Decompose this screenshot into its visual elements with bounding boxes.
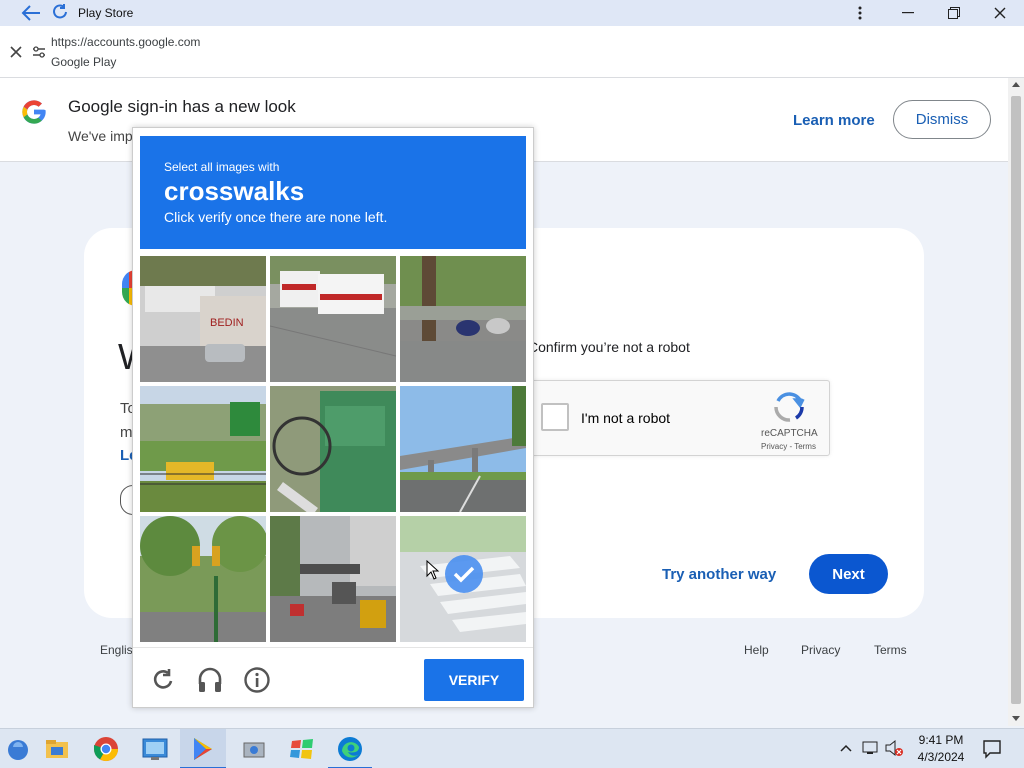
network-icon[interactable] — [862, 740, 880, 756]
site-settings-icon[interactable] — [31, 44, 47, 60]
image-grid: BEDIN — [140, 256, 526, 642]
confirm-robot-text: Confirm you’re not a robot — [528, 339, 690, 355]
selected-check-icon — [445, 555, 483, 593]
play-store-icon[interactable] — [189, 735, 217, 763]
scrollbar-thumb[interactable] — [1011, 96, 1021, 704]
scrollbar[interactable] — [1008, 78, 1024, 726]
captcha-challenge-dialog: Select all images with crosswalks Click … — [132, 127, 534, 708]
language-selector[interactable]: Englis — [100, 643, 133, 657]
next-button[interactable]: Next — [809, 554, 888, 594]
restore-icon[interactable] — [944, 4, 964, 22]
scroll-up-icon[interactable] — [1012, 82, 1020, 87]
recaptcha-privacy-terms[interactable]: Privacy - Terms — [761, 442, 816, 451]
image-tile[interactable]: BEDIN — [140, 256, 266, 382]
audio-headphones-icon[interactable] — [197, 666, 223, 694]
recaptcha-brand: reCAPTCHA — [761, 428, 818, 439]
minimize-icon[interactable] — [898, 4, 918, 22]
scroll-down-icon[interactable] — [1012, 716, 1020, 721]
challenge-header: Select all images with crosswalks Click … — [140, 136, 526, 249]
challenge-footer-divider — [133, 647, 533, 648]
url-text[interactable]: https://accounts.google.com — [51, 35, 200, 49]
image-tile[interactable] — [400, 386, 526, 512]
chrome-icon[interactable] — [92, 735, 120, 763]
disk-cleanup-icon[interactable] — [240, 735, 268, 763]
learn-more-link[interactable]: Learn more — [793, 112, 875, 129]
not-a-robot-checkbox[interactable] — [541, 403, 569, 431]
start-icon[interactable] — [4, 735, 32, 763]
not-a-robot-label: I'm not a robot — [581, 410, 671, 426]
verify-button[interactable]: VERIFY — [424, 659, 524, 701]
image-tile-selected[interactable] — [400, 516, 526, 642]
file-explorer-icon[interactable] — [43, 735, 71, 763]
taskbar: 9:41 PM 4/3/2024 — [0, 728, 1024, 768]
volume-muted-icon[interactable] — [884, 739, 904, 757]
terms-link[interactable]: Terms — [874, 643, 907, 657]
image-tile[interactable] — [400, 256, 526, 382]
clock-time[interactable]: 9:41 PM — [916, 733, 966, 747]
dismiss-button[interactable]: Dismiss — [893, 100, 991, 139]
reload-icon[interactable] — [150, 666, 176, 694]
recaptcha-logo-icon — [774, 392, 805, 422]
image-tile[interactable] — [140, 386, 266, 512]
notifications-icon[interactable] — [982, 739, 1002, 759]
back-arrow-icon[interactable] — [20, 3, 42, 23]
title-bar: Play Store — [0, 0, 1024, 26]
help-link[interactable]: Help — [744, 643, 769, 657]
mouse-cursor-icon — [426, 560, 440, 580]
control-panel-icon[interactable] — [141, 735, 169, 763]
windows-logo-icon[interactable] — [288, 735, 316, 763]
reload-icon[interactable] — [50, 3, 70, 23]
tray-chevron-up-icon[interactable] — [840, 743, 852, 753]
banner-title: Google sign-in has a new look — [68, 97, 296, 116]
try-another-way-button[interactable]: Try another way — [662, 566, 776, 583]
address-bar: https://accounts.google.com Google Play — [0, 26, 1024, 78]
close-window-icon[interactable] — [990, 4, 1010, 22]
svg-text:BEDIN: BEDIN — [210, 317, 244, 329]
close-icon[interactable] — [8, 44, 24, 60]
image-tile[interactable] — [140, 516, 266, 642]
challenge-target: crosswalks — [164, 176, 305, 206]
image-tile[interactable] — [270, 386, 396, 512]
challenge-instruction-top: Select all images with — [164, 160, 280, 174]
banner-subtitle: We've imp — [68, 128, 133, 144]
window-title: Play Store — [78, 6, 134, 20]
google-logo-icon — [22, 100, 46, 124]
info-icon[interactable] — [244, 666, 270, 694]
site-name: Google Play — [51, 55, 117, 69]
privacy-link[interactable]: Privacy — [801, 643, 840, 657]
image-tile[interactable] — [270, 256, 396, 382]
image-tile[interactable] — [270, 516, 396, 642]
challenge-instruction-bottom: Click verify once there are none left. — [164, 209, 388, 225]
edge-icon[interactable] — [336, 735, 364, 763]
recaptcha-widget: I'm not a robot reCAPTCHA Privacy - Term… — [530, 380, 830, 456]
clock-date[interactable]: 4/3/2024 — [914, 750, 968, 764]
more-menu-icon[interactable] — [850, 4, 870, 22]
card-text-line-2: m — [120, 424, 133, 441]
